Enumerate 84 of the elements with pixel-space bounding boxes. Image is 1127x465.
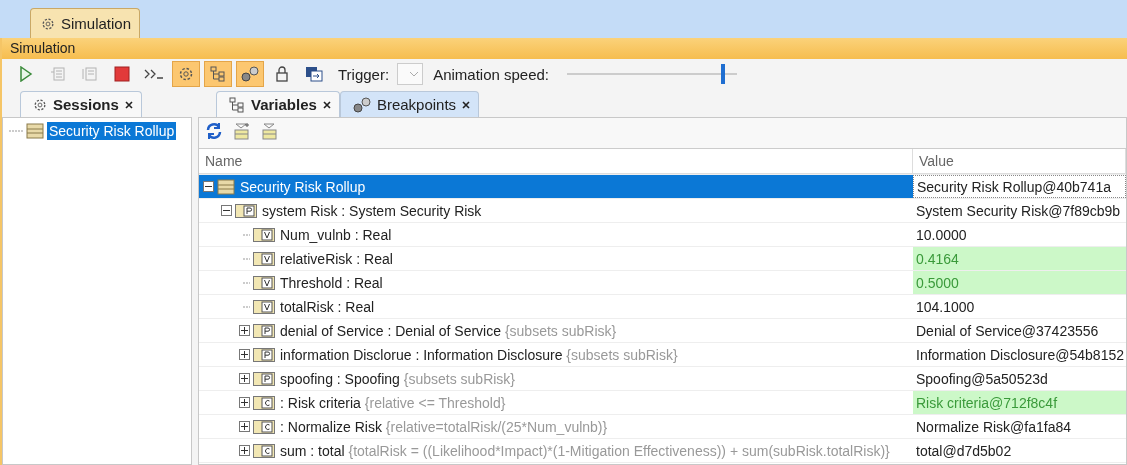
settings-icon [41,16,55,31]
tree-row[interactable]: sum : total {totalRisk = ((Likelihood*Impact)*(1-Mitigation Effectiveness)) + sum(subRisk.totalRisk)} [199,439,913,462]
settings-button[interactable] [172,61,200,87]
add-watch-icon[interactable] [233,122,251,140]
part-icon [253,347,275,362]
row-label: spoofing : Spoofing {subsets subRisk} [279,370,516,387]
block-icon [26,123,44,139]
row-label: Num_vulnb : Real [279,226,392,243]
lock-icon [275,66,289,82]
value-cell: Risk criteria@712f8c4f [913,391,1126,414]
tree-row[interactable]: Security Risk Rollup [199,175,913,198]
row-label: denial of Service : Denial of Service {subsets subRisk} [279,322,617,339]
tree-row[interactable]: Num_vulnb : Real [199,223,913,246]
value-icon [253,227,275,242]
tree-tab[interactable]: Variables [216,91,340,117]
column-header[interactable]: Value [913,149,1126,174]
speed-slider-thumb[interactable] [721,64,726,84]
value-cell: Security Risk Rollup@40b741a [913,175,1126,198]
run-icon [19,66,33,82]
part-icon [235,203,257,218]
close-icon[interactable] [462,100,471,109]
expand-icon[interactable] [239,397,250,408]
value-icon [253,275,275,290]
breakpoints-tab[interactable]: Breakpoints [339,91,480,117]
caret-icon [409,71,420,77]
tree-row[interactable]: relativeRisk : Real [199,247,913,270]
tree-row[interactable]: system Risk : System Security Risk [199,199,913,222]
settings-icon [33,97,47,112]
tree-row[interactable]: totalRisk : Real [199,295,913,318]
constraint-icon [253,443,275,458]
tree-button[interactable] [204,61,232,87]
row-label: system Risk : System Security Risk [261,202,482,219]
tree-row[interactable]: : Normalize Risk {relative=totalRisk/(25*Num_vulnb)} [199,415,913,438]
part-icon [253,323,275,338]
expand-icon[interactable] [239,445,250,456]
export-icon [305,66,323,82]
row-label: : Risk criteria {relative <= Threshold} [279,394,506,411]
simulation-tab[interactable]: Simulation [30,8,141,38]
trigger-label: Trigger: [338,65,390,83]
constraint-icon [253,395,275,410]
tree-icon [210,66,226,82]
value-icon [253,251,275,266]
console-icon [144,68,164,80]
expand-icon[interactable] [239,325,250,336]
expand-icon[interactable] [239,373,250,384]
row-label: totalRisk : Real [279,298,375,315]
block-icon [217,178,235,195]
refresh-icon[interactable] [205,122,223,140]
tree-row[interactable]: information Disclorue : Information Disclosure {subsets subRisk} [199,343,913,366]
row-label: Security Risk Rollup [239,178,366,195]
column-header[interactable]: Name [199,149,913,174]
session-item[interactable]: Security Risk Rollup [47,122,177,140]
tree-connector [9,130,23,132]
breakpoints-button[interactable] [236,61,264,87]
value-cell: 0.5000 [913,271,1126,294]
row-label: Threshold : Real [279,274,383,291]
breakpoints-icon [352,96,371,113]
tree-icon [229,96,245,113]
settings-icon [178,66,194,82]
value-icon [253,299,275,314]
row-label: : Normalize Risk {relative=totalRisk/(25*Num_vulnb)} [279,418,608,435]
step-out-icon [82,66,98,82]
tree-row[interactable]: : Risk criteria {relative <= Threshold} [199,391,913,414]
expand-icon[interactable] [239,421,250,432]
row-label: information Disclorue : Information Disclosure {subsets subRisk} [279,346,678,363]
panel-title: Simulation [2,38,1127,59]
expand-icon[interactable] [239,349,250,360]
collapse-icon[interactable] [221,205,232,216]
stop-icon [114,66,130,82]
close-icon[interactable] [322,100,331,109]
part-icon [253,371,275,386]
row-label: relativeRisk : Real [279,250,393,267]
close-icon[interactable] [124,100,133,109]
value-cell: 0.4164 [913,247,1126,270]
row-label: sum : total {totalRisk = ((Likelihood*Impact)*(1-Mitigation Effectiveness)) + sum(subRisk.totalRisk)} [279,442,890,459]
tree-row[interactable]: spoofing : Spoofing {subsets subRisk} [199,367,913,390]
step-into-icon [50,66,66,82]
collapse-icon[interactable] [203,181,214,192]
tree-row[interactable]: Threshold : Real [199,271,913,294]
constraint-icon [253,419,275,434]
animation-speed-label: Animation speed: [433,65,550,83]
sessions-tab[interactable]: Sessions [20,91,142,117]
breakpoints-icon [241,66,259,82]
tree-row[interactable]: denial of Service : Denial of Service {subsets subRisk} [199,319,913,342]
